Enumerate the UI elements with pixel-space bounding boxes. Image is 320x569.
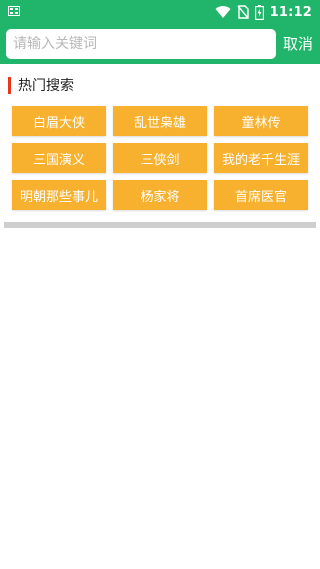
hot-tag[interactable]: 三侠剑 [113, 143, 207, 173]
hot-tag[interactable]: 三国演义 [12, 143, 106, 173]
hot-tag[interactable]: 白眉大侠 [12, 106, 106, 136]
hot-tag[interactable]: 明朝那些事儿 [12, 180, 106, 210]
hot-tag[interactable]: 杨家将 [113, 180, 207, 210]
status-bar: 11:12 [0, 0, 320, 24]
hot-search-title: 热门搜索 [18, 78, 74, 94]
hot-tag[interactable]: 首席医官 [214, 180, 308, 210]
status-time: 11:12 [269, 4, 312, 20]
wifi-icon [215, 6, 231, 19]
battery-charging-icon [254, 4, 264, 20]
status-icons: 11:12 [215, 2, 312, 22]
cancel-button[interactable]: 取消 [283, 33, 313, 54]
section-divider [4, 222, 316, 228]
search-input[interactable] [11, 35, 276, 53]
hot-search-tags: 白眉大侠 乱世枭雄 童林传 三国演义 三侠剑 我的老千生涯 明朝那些事儿 杨家将… [12, 106, 309, 210]
search-header: 取消 [0, 24, 320, 64]
sim-card-icon [8, 6, 20, 16]
hot-tag[interactable]: 童林传 [214, 106, 308, 136]
hot-tag[interactable]: 乱世枭雄 [113, 106, 207, 136]
hot-tag[interactable]: 我的老千生涯 [214, 143, 308, 173]
hot-search-header: 热门搜索 [8, 76, 74, 94]
search-field[interactable] [6, 29, 276, 59]
no-sim-icon [237, 5, 249, 19]
title-accent-bar [8, 76, 11, 94]
